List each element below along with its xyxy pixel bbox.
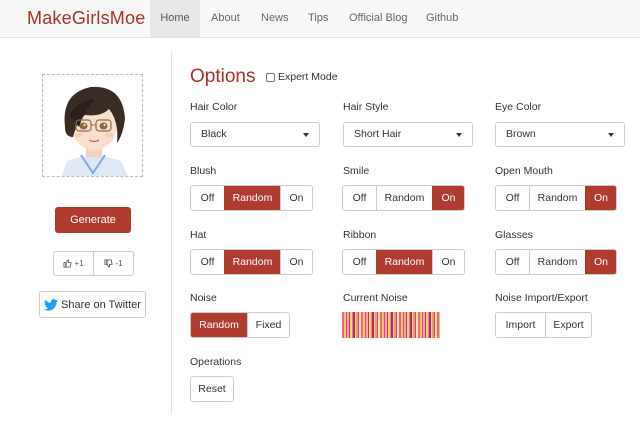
current-noise-label: Current Noise bbox=[343, 292, 408, 304]
share-twitter-button[interactable]: Share on Twitter bbox=[39, 291, 146, 318]
generated-avatar bbox=[42, 74, 143, 177]
expert-mode-toggle[interactable]: Expert Mode bbox=[266, 71, 338, 83]
noise-toggle-group: Random Fixed bbox=[190, 312, 290, 338]
ribbon-random-button[interactable]: Random bbox=[376, 250, 432, 274]
twitter-bird-icon bbox=[44, 298, 59, 311]
nav-about[interactable]: About bbox=[200, 0, 251, 37]
vote-up-label: +1 bbox=[74, 259, 84, 268]
noise-label: Noise bbox=[190, 292, 217, 304]
generate-button[interactable]: Generate bbox=[55, 207, 131, 233]
thumbs-down-icon bbox=[104, 259, 114, 268]
reset-button[interactable]: Reset bbox=[190, 376, 234, 402]
smile-off-button[interactable]: Off bbox=[343, 186, 376, 210]
current-noise-visualization bbox=[342, 312, 440, 338]
blush-off-button[interactable]: Off bbox=[191, 186, 224, 210]
nav-tips[interactable]: Tips bbox=[297, 0, 339, 37]
smile-on-button[interactable]: On bbox=[432, 186, 464, 210]
hair-style-label: Hair Style bbox=[343, 101, 389, 113]
open-mouth-toggle-group: Off Random On bbox=[495, 185, 617, 211]
open-mouth-label: Open Mouth bbox=[495, 165, 553, 177]
noise-fixed-button[interactable]: Fixed bbox=[247, 313, 289, 337]
hair-style-value: Short Hair bbox=[354, 128, 402, 140]
hat-off-button[interactable]: Off bbox=[191, 250, 224, 274]
operations-label: Operations bbox=[190, 356, 242, 368]
noise-io-group: Import Export bbox=[495, 312, 592, 338]
vote-down-label: -1 bbox=[115, 259, 123, 268]
blush-on-button[interactable]: On bbox=[280, 186, 312, 210]
smile-label: Smile bbox=[343, 165, 370, 177]
smile-toggle-group: Off Random On bbox=[342, 185, 465, 211]
blush-label: Blush bbox=[190, 165, 217, 177]
dropdown-caret-icon bbox=[456, 133, 462, 137]
noise-import-button[interactable]: Import bbox=[496, 313, 545, 337]
eye-color-label: Eye Color bbox=[495, 101, 542, 113]
open-mouth-random-button[interactable]: Random bbox=[529, 186, 585, 210]
vote-group: +1 -1 bbox=[53, 251, 134, 276]
blush-toggle-group: Off Random On bbox=[190, 185, 313, 211]
eye-color-select[interactable]: Brown bbox=[495, 122, 625, 147]
brand-logo[interactable]: MakeGirlsMoe bbox=[27, 8, 145, 29]
thumbs-up-icon bbox=[63, 259, 73, 268]
ribbon-label: Ribbon bbox=[343, 229, 377, 241]
vote-up-button[interactable]: +1 bbox=[54, 252, 93, 275]
open-mouth-on-button[interactable]: On bbox=[585, 186, 616, 210]
glasses-on-button[interactable]: On bbox=[585, 250, 616, 274]
anime-portrait-image bbox=[43, 75, 142, 176]
glasses-off-button[interactable]: Off bbox=[496, 250, 529, 274]
glasses-label: Glasses bbox=[495, 229, 533, 241]
ribbon-off-button[interactable]: Off bbox=[343, 250, 376, 274]
options-title: Options bbox=[190, 66, 256, 87]
dropdown-caret-icon bbox=[608, 133, 614, 137]
blush-random-button[interactable]: Random bbox=[224, 186, 280, 210]
column-divider bbox=[171, 52, 172, 414]
twitter-label: Share on Twitter bbox=[61, 298, 141, 311]
noise-export-button[interactable]: Export bbox=[545, 313, 591, 337]
hair-color-label: Hair Color bbox=[190, 101, 238, 113]
ribbon-on-button[interactable]: On bbox=[432, 250, 464, 274]
nav-official-blog[interactable]: Official Blog bbox=[338, 0, 419, 37]
eye-color-value: Brown bbox=[506, 128, 536, 140]
expert-mode-label: Expert Mode bbox=[278, 71, 338, 83]
nav-home[interactable]: Home bbox=[150, 0, 200, 37]
open-mouth-off-button[interactable]: Off bbox=[496, 186, 529, 210]
expert-mode-checkbox[interactable] bbox=[266, 72, 275, 82]
hat-toggle-group: Off Random On bbox=[190, 249, 313, 275]
noise-random-button[interactable]: Random bbox=[191, 313, 247, 337]
nav-news[interactable]: News bbox=[250, 0, 300, 37]
hair-color-value: Black bbox=[201, 128, 227, 140]
dropdown-caret-icon bbox=[303, 133, 309, 137]
glasses-toggle-group: Off Random On bbox=[495, 249, 617, 275]
hair-style-select[interactable]: Short Hair bbox=[343, 122, 473, 147]
smile-random-button[interactable]: Random bbox=[376, 186, 432, 210]
hat-on-button[interactable]: On bbox=[280, 250, 312, 274]
ribbon-toggle-group: Off Random On bbox=[342, 249, 465, 275]
hat-random-button[interactable]: Random bbox=[224, 250, 280, 274]
hat-label: Hat bbox=[190, 229, 207, 241]
nav-github[interactable]: Github bbox=[415, 0, 469, 37]
hair-color-select[interactable]: Black bbox=[190, 122, 320, 147]
glasses-random-button[interactable]: Random bbox=[529, 250, 585, 274]
vote-down-button[interactable]: -1 bbox=[93, 252, 133, 275]
noise-io-label: Noise Import/Export bbox=[495, 292, 588, 304]
navbar: MakeGirlsMoe Home About News Tips Offici… bbox=[0, 0, 640, 38]
